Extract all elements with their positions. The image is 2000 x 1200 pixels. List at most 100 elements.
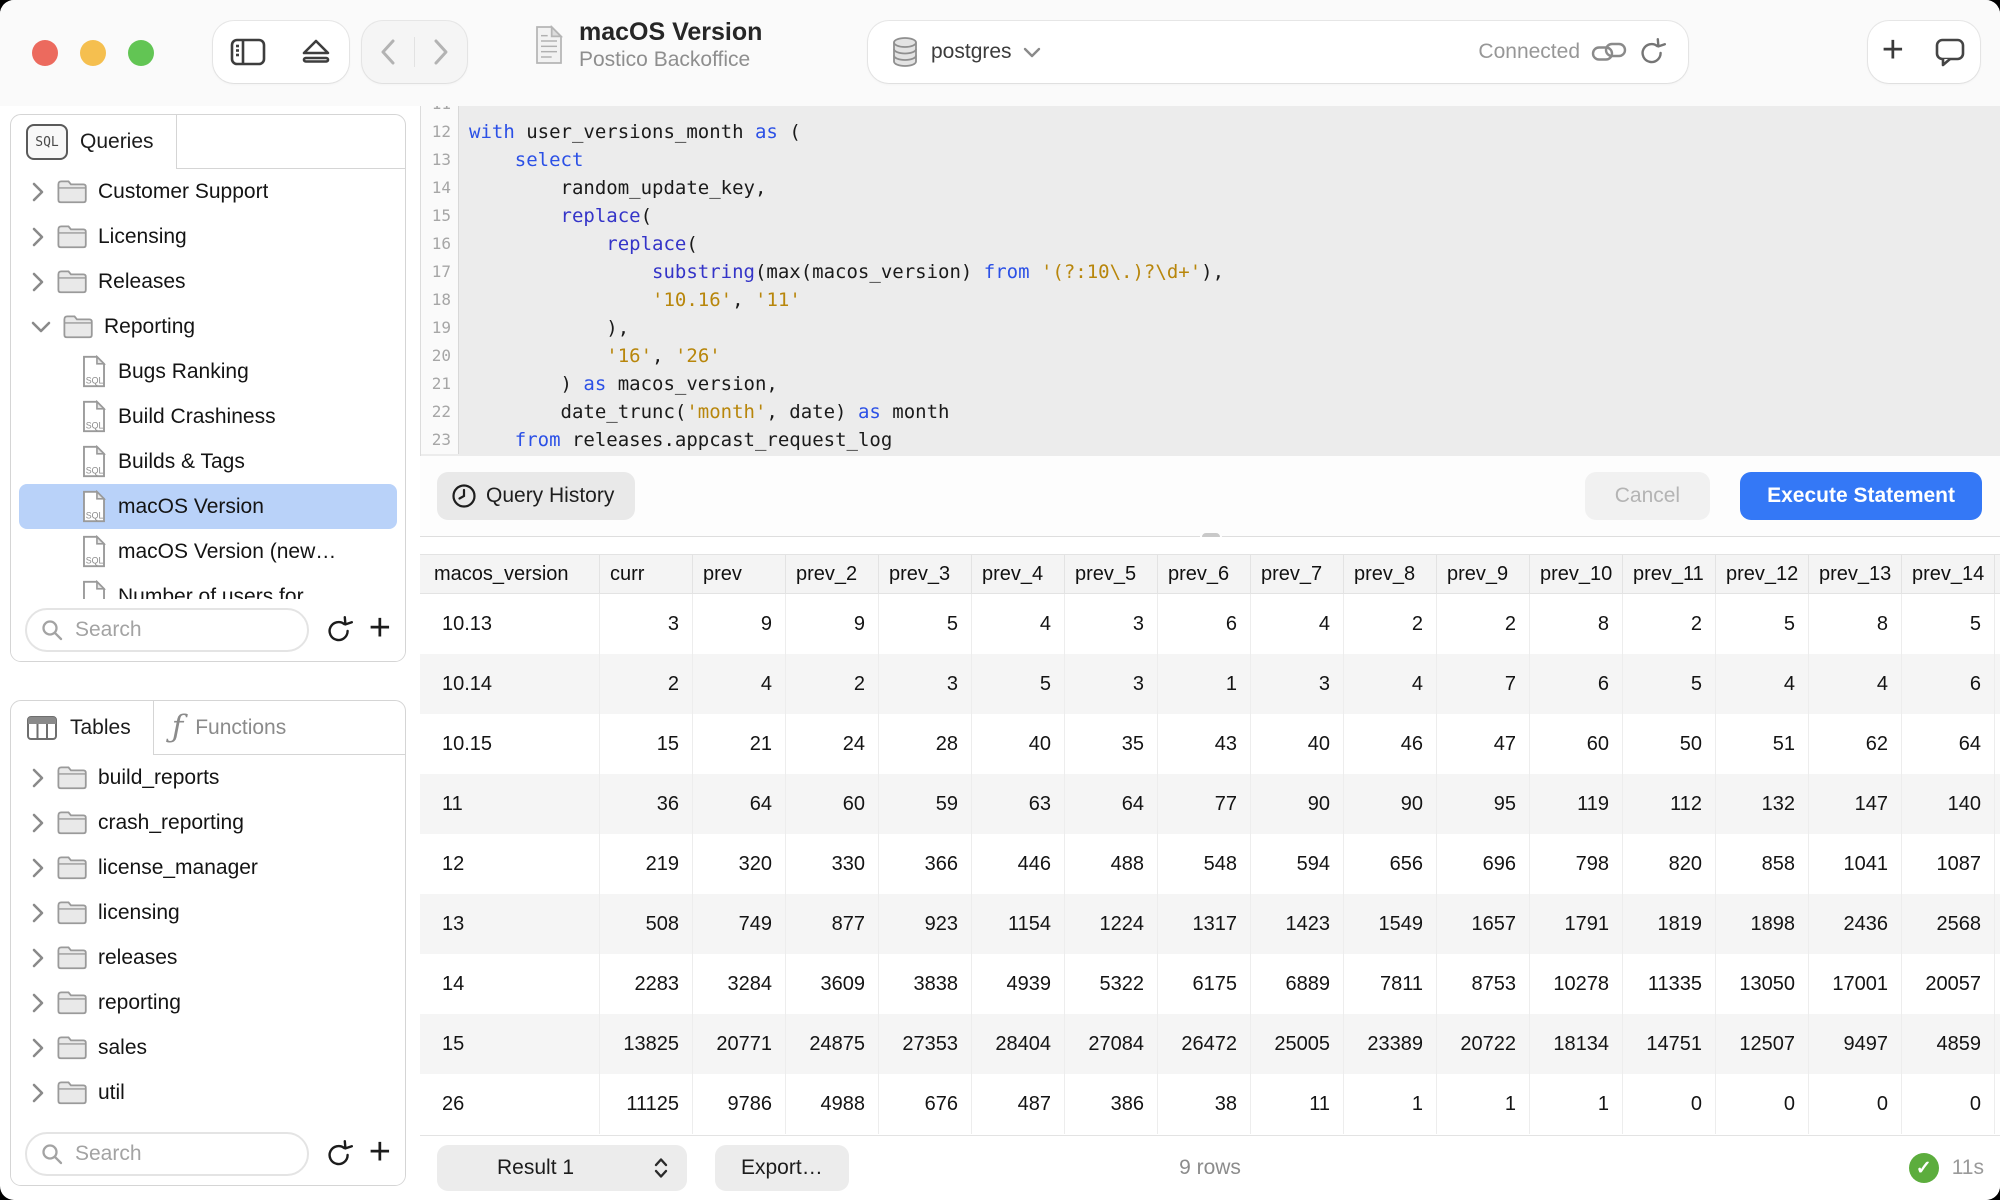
column-header[interactable]: prev_12	[1716, 555, 1809, 593]
sidebar-schema-row[interactable]: build_reports	[19, 755, 397, 800]
cell-macos-version: 15	[420, 1014, 600, 1074]
cell-value: 14751	[1623, 1014, 1716, 1074]
column-header[interactable]: prev_6	[1158, 555, 1251, 593]
table-row[interactable]: 26111259786498867648738638111110000	[420, 1074, 2000, 1134]
table-row[interactable]: 1513825207712487527353284042708426472250…	[420, 1014, 2000, 1074]
cell-value: 40	[972, 714, 1065, 774]
sidebar-schema-row[interactable]: licensing	[19, 890, 397, 935]
sidebar-query-item[interactable]: SQLBuild Crashiness	[19, 394, 397, 439]
svg-text:SQL: SQL	[86, 375, 104, 385]
sidebar-folder-row[interactable]: Releases	[19, 259, 397, 304]
query-history-button[interactable]: Query History	[437, 472, 635, 520]
queries-search-input[interactable]	[73, 617, 294, 643]
database-selector[interactable]: postgres	[890, 36, 1041, 68]
tables-search-input[interactable]	[73, 1141, 294, 1167]
cell-value: 2568	[1902, 894, 1995, 954]
cell-value: 5	[879, 594, 972, 654]
column-header[interactable]: prev_8	[1344, 555, 1437, 593]
column-header[interactable]: macos_version	[420, 555, 600, 593]
column-header[interactable]: curr	[600, 555, 693, 593]
sidebar-query-item[interactable]: SQLNumber of users for…	[19, 574, 397, 601]
queries-search-field[interactable]	[25, 608, 309, 652]
row-count: 9 rows	[1179, 1156, 1241, 1180]
forward-button[interactable]	[415, 21, 467, 83]
export-button[interactable]: Export…	[715, 1145, 849, 1191]
tab-tables[interactable]: Tables	[11, 701, 154, 755]
back-button[interactable]	[362, 21, 414, 83]
table-row[interactable]: 1422833284360938384939532261756889781187…	[420, 954, 2000, 1014]
svg-text:SQL: SQL	[86, 420, 104, 430]
table-row[interactable]: 10.14242353134765446	[420, 654, 2000, 714]
sidebar-schema-row[interactable]: sales	[19, 1025, 397, 1070]
folder-icon	[56, 224, 87, 249]
refresh-icon[interactable]	[1638, 37, 1666, 67]
sql-document-icon	[533, 25, 565, 65]
sidebar-folder-row[interactable]: Reporting	[19, 304, 397, 349]
cell-value: 1657	[1437, 894, 1530, 954]
execute-statement-button[interactable]: Execute Statement	[1740, 472, 1982, 520]
chevron-right-icon	[31, 993, 45, 1013]
tables-search-field[interactable]	[25, 1132, 309, 1176]
refresh-queries-icon[interactable]	[325, 615, 353, 645]
sidebar-query-item[interactable]: SQLmacOS Version	[19, 484, 397, 529]
editor-line: 17 substring(max(macos_version) from '(?…	[421, 258, 2000, 286]
sidebar-schema-row[interactable]: reporting	[19, 980, 397, 1025]
cell-value: 43	[1158, 714, 1251, 774]
column-header[interactable]: prev_10	[1530, 555, 1623, 593]
disconnect-button[interactable]	[283, 21, 349, 83]
column-header[interactable]: prev_4	[972, 555, 1065, 593]
sidebar-schema-row[interactable]: crash_reporting	[19, 800, 397, 845]
column-header[interactable]: prev_3	[879, 555, 972, 593]
close-window-button[interactable]	[32, 40, 58, 66]
cell-value: 4939	[972, 954, 1065, 1014]
table-row[interactable]: 10.15152124284035434046476050516264	[420, 714, 2000, 774]
folder-label: Customer Support	[98, 180, 268, 204]
column-header[interactable]: prev_9	[1437, 555, 1530, 593]
table-row[interactable]: 1221932033036644648854859465669679882085…	[420, 834, 2000, 894]
table-row[interactable]: 1350874987792311541224131714231549165717…	[420, 894, 2000, 954]
cell-value: 798	[1530, 834, 1623, 894]
sidebar-query-item[interactable]: SQLBugs Ranking	[19, 349, 397, 394]
column-header[interactable]: prev_5	[1065, 555, 1158, 593]
tab-functions[interactable]: ƒ Functions	[154, 712, 309, 743]
sidebar-folder-row[interactable]: Customer Support	[19, 169, 397, 214]
column-header[interactable]: prev_2	[786, 555, 879, 593]
up-down-chevron-icon	[651, 1156, 671, 1180]
sidebar-folder-row[interactable]: Licensing	[19, 214, 397, 259]
cell-value: 27353	[879, 1014, 972, 1074]
table-row[interactable]: 10.13399543642282585	[420, 594, 2000, 654]
cell-value: 18134	[1530, 1014, 1623, 1074]
cell-value: 1549	[1344, 894, 1437, 954]
result-selector[interactable]: Result 1	[437, 1145, 687, 1191]
sidebar-query-item[interactable]: SQLmacOS Version (new…	[19, 529, 397, 574]
add-table-button[interactable]: +	[369, 1133, 391, 1171]
cell-value: 11	[1251, 1074, 1344, 1134]
sidebar-schema-row[interactable]: releases	[19, 935, 397, 980]
zoom-window-button[interactable]	[128, 40, 154, 66]
toggle-sidebar-button[interactable]	[213, 21, 283, 83]
column-header[interactable]: prev_14	[1902, 555, 1995, 593]
comment-bubble-icon[interactable]	[1934, 36, 1966, 68]
column-header[interactable]: prev	[693, 555, 786, 593]
cell-clipped	[1995, 954, 2000, 1014]
refresh-tables-icon[interactable]	[325, 1139, 353, 1169]
sidebar-query-item[interactable]: SQLBuilds & Tags	[19, 439, 397, 484]
cell-value: 594	[1251, 834, 1344, 894]
column-header[interactable]: prev_11	[1623, 555, 1716, 593]
line-number: 21	[421, 370, 459, 398]
table-row[interactable]: 1136646059636477909095119112132147140	[420, 774, 2000, 834]
sidebar-schema-row[interactable]: license_manager	[19, 845, 397, 890]
column-header[interactable]: prev_13	[1809, 555, 1902, 593]
new-item-button[interactable]: +	[1882, 31, 1904, 69]
add-query-button[interactable]: +	[369, 609, 391, 647]
sidebar-schema-row[interactable]: util	[19, 1070, 397, 1115]
tab-queries[interactable]: SQL Queries	[11, 115, 177, 169]
sql-editor[interactable]: 1112with user_versions_month as (13 sele…	[420, 106, 2000, 456]
cell-value: 2	[600, 654, 693, 714]
editor-line: 19 ),	[421, 314, 2000, 342]
minimize-window-button[interactable]	[80, 40, 106, 66]
window-title: macOS Version	[579, 17, 762, 47]
column-header[interactable]: prev_7	[1251, 555, 1344, 593]
code-text: replace(	[459, 230, 2000, 258]
chevron-right-icon	[31, 948, 45, 968]
